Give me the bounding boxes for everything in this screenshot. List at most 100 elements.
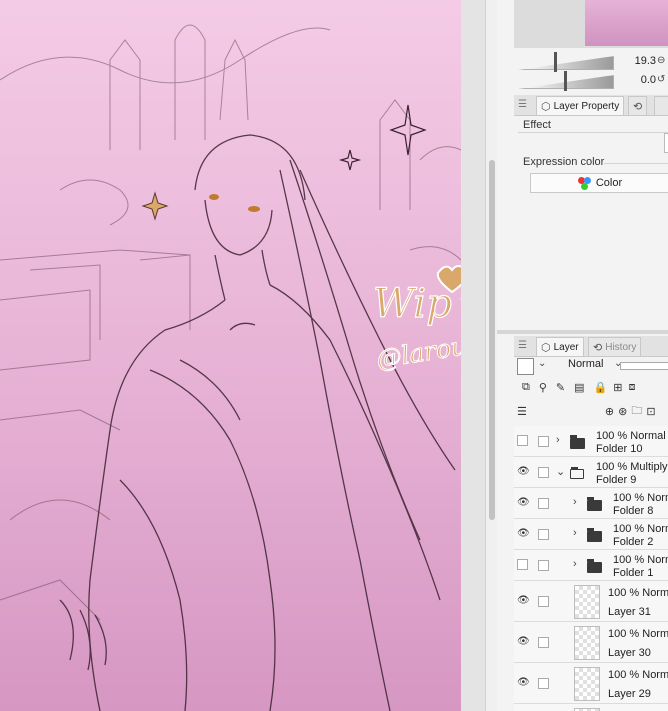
opacity-slider[interactable] [620, 362, 668, 370]
eye-icon[interactable]: 👁 [517, 528, 530, 539]
layer-name: Folder 8 [613, 505, 654, 517]
layer-row[interactable]: 👁 100 % Norma Layer 31 [514, 581, 668, 622]
reference-layer-icon[interactable]: ⚲ [539, 381, 547, 394]
layer-mode: 100 % Norma [608, 587, 668, 599]
zoom-value: 19.3 [634, 55, 656, 67]
lock-checkbox[interactable] [538, 560, 549, 571]
folder-row[interactable]: 👁 ⌄ 100 % Multiply Folder 9 [514, 457, 668, 488]
watermark-handle: @larourse [374, 325, 461, 374]
zoom-slider-track[interactable] [518, 56, 614, 70]
tab-label: Layer Property [553, 100, 620, 112]
layer-mode: 100 % Multiply [596, 461, 668, 473]
navigator-thumbnail[interactable] [585, 0, 668, 46]
layer-name: Layer 31 [608, 606, 651, 618]
folder-icon [570, 435, 585, 449]
rotate-slider-knob[interactable] [564, 71, 567, 91]
tab-history[interactable]: ⟲ History [588, 337, 642, 356]
expression-color-button[interactable]: Color [530, 173, 668, 193]
layer-thumbnail [574, 667, 600, 701]
panel-divider[interactable] [497, 330, 668, 334]
color-button-label: Color [595, 177, 623, 189]
lock-icon[interactable]: 🔒 [594, 381, 608, 394]
layer-row[interactable]: 👁 100 % Norma Layer 29 [514, 663, 668, 704]
new-raster-layer-icon[interactable]: ⊕ [605, 405, 614, 418]
layer-name: Folder 9 [596, 474, 637, 486]
blend-mode-select[interactable]: Normal [554, 358, 614, 373]
folder-row[interactable]: 👁 › 100 % NormFolder 2 [514, 519, 668, 550]
chevron-right-icon[interactable]: › [573, 558, 577, 570]
rotate-reset-icon[interactable]: ↺ [657, 74, 668, 87]
lock-checkbox[interactable] [538, 436, 549, 447]
draft-layer-icon[interactable]: ✎ [556, 381, 565, 394]
folder-icon [570, 467, 584, 479]
visibility-toggle[interactable] [517, 559, 528, 570]
layer-actions-toolbar: ☰ ⊕ ⊛ 🗀 ⊡ [514, 402, 668, 420]
sketch-artwork: Wip @larourse [0, 24, 461, 711]
effect-button[interactable] [664, 133, 668, 153]
tab-label: Layer [553, 341, 579, 353]
layer-list: › 100 % Normal Folder 10 👁 ⌄ 100 % Multiply Fo… [514, 426, 668, 711]
chevron-down-icon[interactable]: ⌄ [556, 465, 565, 478]
folder-icon [587, 528, 602, 542]
layer-mode: 100 % Norm [613, 523, 668, 535]
expression-color-label: Expression color [523, 156, 605, 168]
layer-name: Folder 10 [596, 443, 643, 455]
chevron-right-icon[interactable]: › [573, 527, 577, 539]
grip-icon[interactable]: ☰ [518, 99, 527, 110]
folder-icon [587, 559, 602, 573]
zoom-slider-knob[interactable] [554, 52, 557, 72]
wip-text: Wip [373, 281, 452, 327]
eye-icon[interactable]: 👁 [517, 466, 530, 477]
blend-mode-value: Normal [568, 358, 604, 370]
visibility-toggle[interactable] [517, 435, 528, 446]
drawing-canvas[interactable]: Wip @larourse [0, 0, 461, 711]
layer-mode: 100 % Norma [608, 669, 668, 681]
layer-thumbnail [574, 585, 600, 619]
layer-name: Layer 29 [608, 688, 651, 700]
layer-row[interactable]: 👁 100 % Norma Layer 30 [514, 622, 668, 663]
layer-mode: 100 % Norm [613, 492, 668, 504]
tab-layer-property[interactable]: ⬡ Layer Property [536, 96, 625, 115]
scrollbar-thumb[interactable] [489, 160, 495, 520]
layer-mode: 100 % Norm [613, 554, 668, 566]
lock-checkbox[interactable] [538, 529, 549, 540]
folder-row[interactable]: › 100 % Normal Folder 10 [514, 426, 668, 457]
new-vector-layer-icon[interactable]: ⊛ [618, 405, 627, 418]
property-tabbar: ☰ ⬡ Layer Property ⟲ [514, 95, 668, 116]
lock-checkbox[interactable] [538, 678, 549, 689]
eye-icon[interactable]: 👁 [517, 677, 530, 688]
tab-layer[interactable]: ⬡ Layer [536, 337, 584, 356]
divider [604, 163, 668, 164]
lock-below-icon[interactable]: ⧉ [522, 381, 530, 394]
layer-list-menu-icon[interactable]: ☰ [517, 405, 527, 418]
layer-lock-toolbar: ⧉ ⚲ ✎ ▤ 🔒 ⊞ ⧈ [514, 378, 668, 396]
new-folder-icon[interactable]: 🗀 [631, 402, 642, 421]
eye-icon[interactable]: 👁 [517, 497, 530, 508]
eye-icon[interactable]: 👁 [517, 636, 530, 647]
zoom-reset-icon[interactable]: ⊖ [657, 55, 668, 68]
mask-icon[interactable]: ⧈ [628, 381, 635, 394]
chevron-down-icon[interactable]: ⌄ [538, 358, 546, 369]
layer-row[interactable]: 👁100 % N [514, 704, 668, 711]
eye-icon[interactable]: 👁 [517, 595, 530, 606]
tab-label: History [605, 341, 637, 353]
chevron-right-icon[interactable]: › [573, 496, 577, 508]
lock-checkbox[interactable] [538, 467, 549, 478]
folder-icon [587, 497, 602, 511]
layer-name: Layer 30 [608, 647, 651, 659]
layer-thumbnail [574, 626, 600, 660]
lock-transparent-icon[interactable]: ⊞ [613, 381, 622, 394]
lock-checkbox[interactable] [538, 498, 549, 509]
clip-icon[interactable]: ▤ [574, 381, 584, 394]
delete-layer-icon[interactable]: ⊡ [646, 405, 655, 418]
folder-row[interactable]: › 100 % NormFolder 1 [514, 550, 668, 581]
lock-checkbox[interactable] [538, 637, 549, 648]
tab-more[interactable] [654, 96, 668, 115]
layer-color-swatch[interactable] [517, 358, 534, 375]
grip-icon[interactable]: ☰ [518, 340, 527, 351]
tab-history-property[interactable]: ⟲ [628, 96, 648, 115]
lock-checkbox[interactable] [538, 596, 549, 607]
chevron-right-icon[interactable]: › [556, 434, 560, 446]
layer-mode: 100 % Norma [608, 628, 668, 640]
folder-row[interactable]: 👁 › 100 % NormFolder 8 [514, 488, 668, 519]
